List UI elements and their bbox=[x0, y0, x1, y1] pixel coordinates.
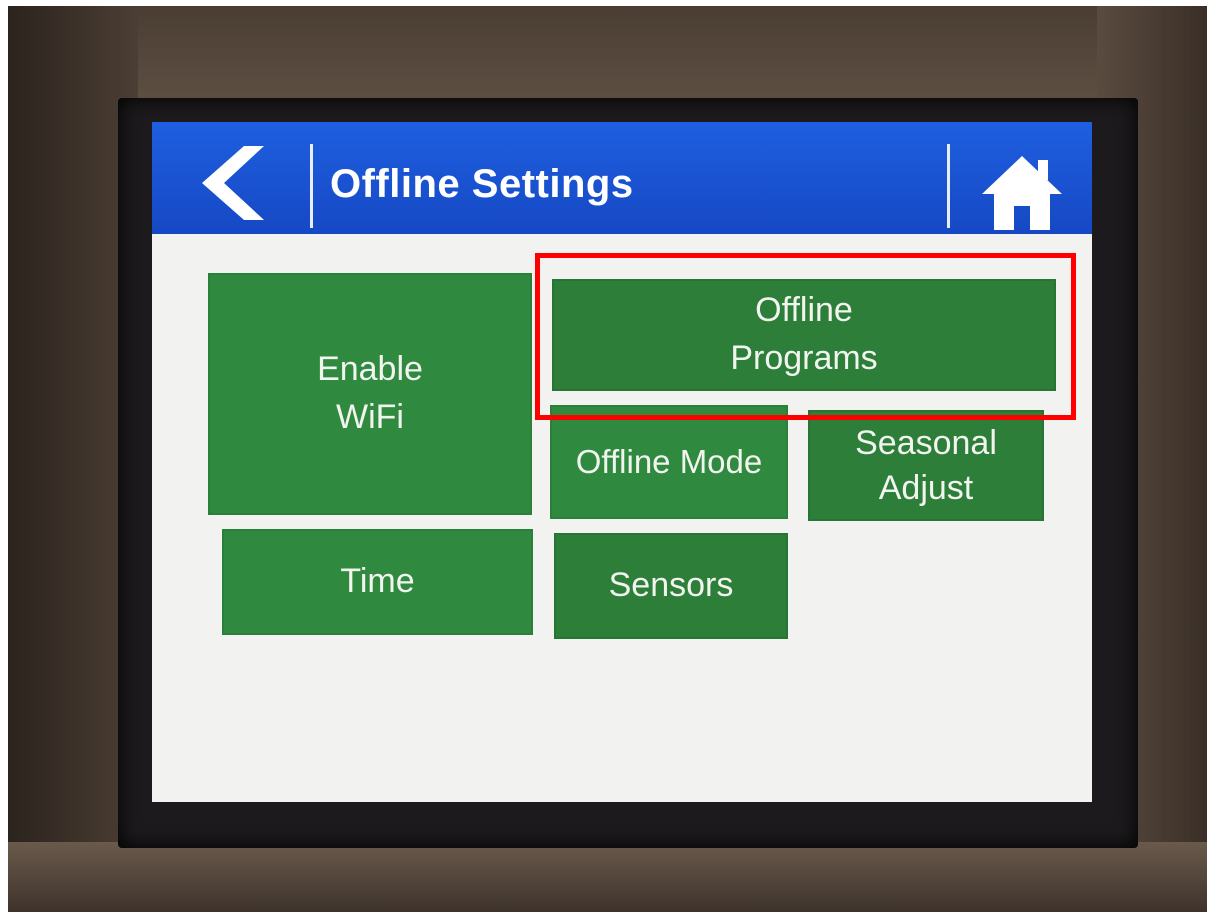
offline-mode-label: Offline Mode bbox=[575, 442, 763, 480]
enable-wifi-button[interactable]: Enable WiFi bbox=[208, 273, 532, 515]
title-bar: Offline Settings bbox=[152, 122, 1092, 234]
seasonal-adjust-label-line2: Adjust bbox=[878, 468, 974, 507]
chevron-left-icon bbox=[202, 146, 264, 220]
title-separator-right bbox=[947, 144, 950, 228]
back-button[interactable] bbox=[182, 140, 272, 226]
highlight-box bbox=[535, 253, 1076, 420]
enable-wifi-label-line1: Enable bbox=[317, 350, 423, 389]
enable-wifi-label-line2: WiFi bbox=[336, 398, 404, 436]
seasonal-adjust-button[interactable]: Seasonal Adjust bbox=[808, 410, 1044, 521]
title-separator-left bbox=[310, 144, 313, 228]
bezel-bottom bbox=[8, 842, 1207, 912]
seasonal-adjust-label-line1: Seasonal bbox=[855, 424, 997, 463]
offline-mode-button[interactable]: Offline Mode bbox=[550, 405, 788, 519]
time-label: Time bbox=[340, 562, 415, 601]
bezel-top bbox=[8, 6, 1207, 106]
sensors-label: Sensors bbox=[608, 566, 734, 605]
home-button[interactable] bbox=[978, 152, 1066, 232]
sensors-button[interactable]: Sensors bbox=[554, 533, 788, 639]
home-icon bbox=[982, 156, 1062, 230]
time-button[interactable]: Time bbox=[222, 529, 533, 635]
page-title: Offline Settings bbox=[330, 162, 634, 206]
